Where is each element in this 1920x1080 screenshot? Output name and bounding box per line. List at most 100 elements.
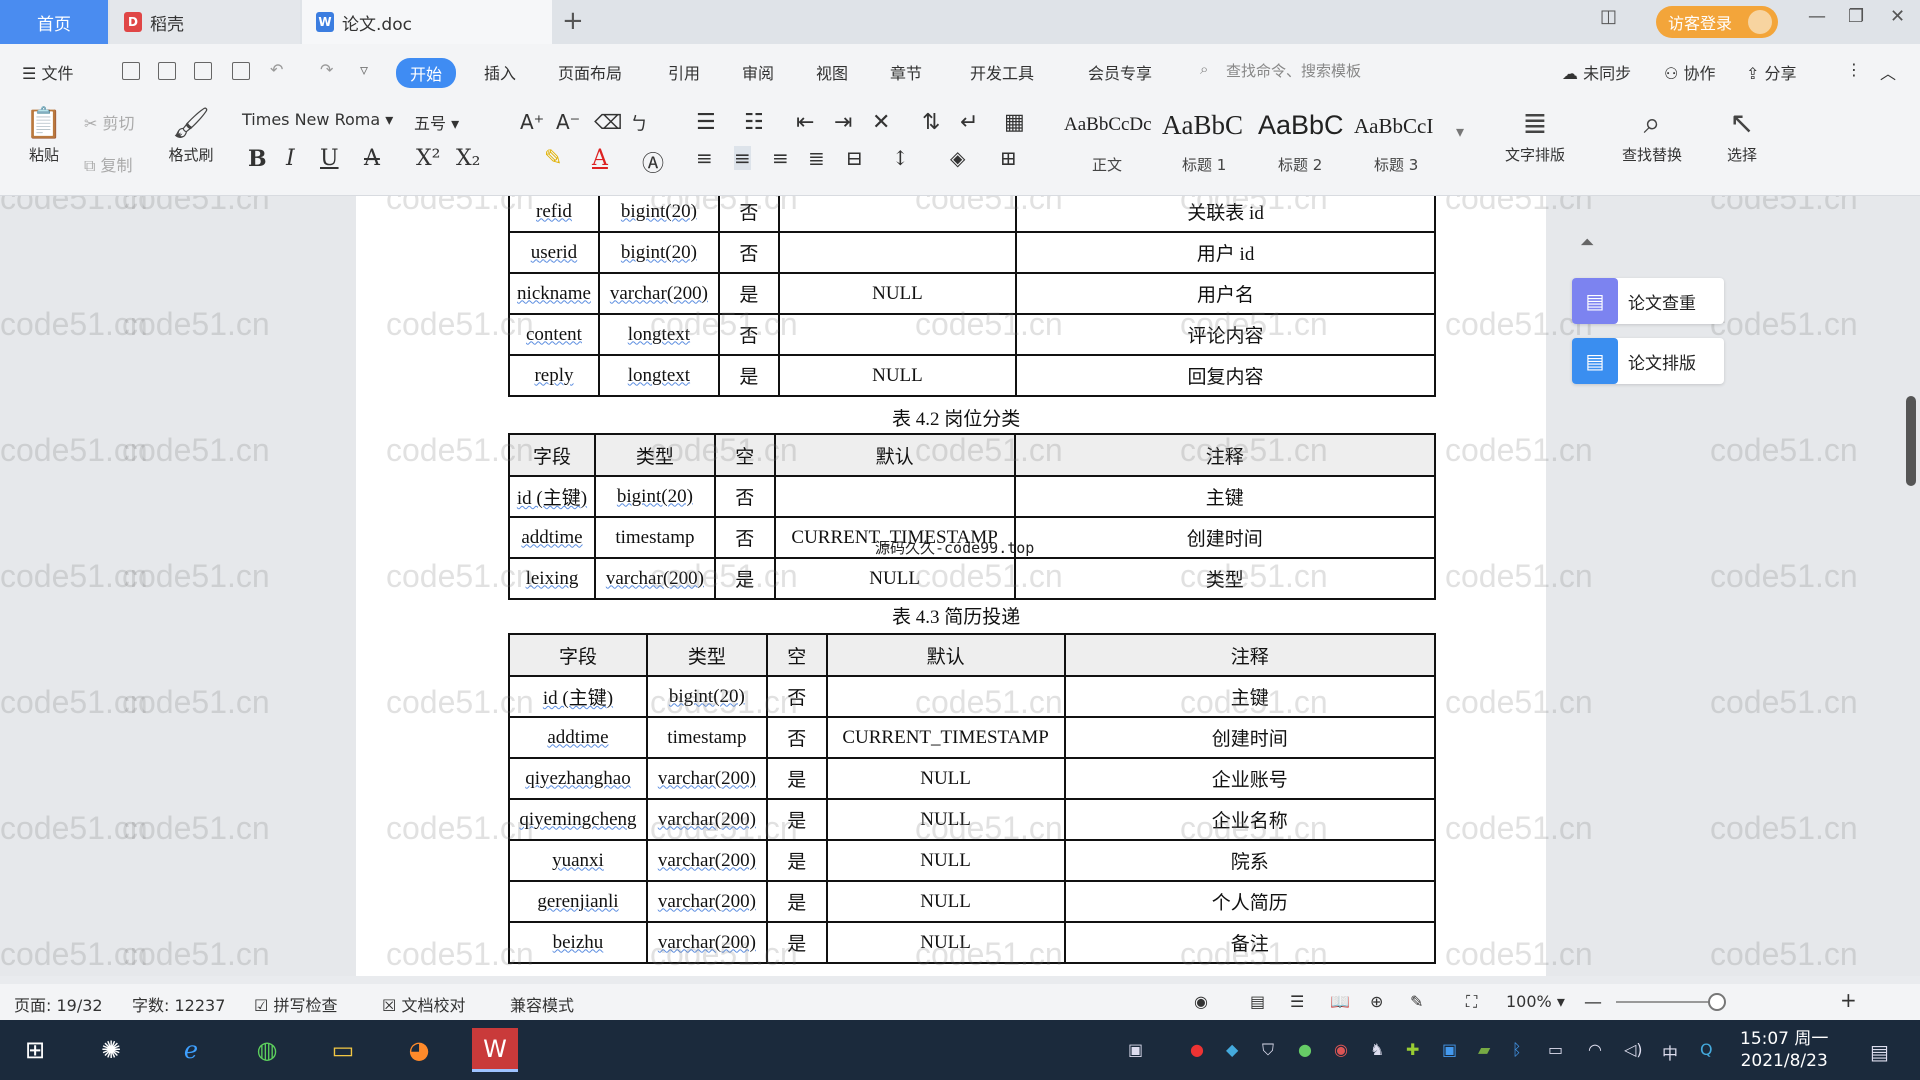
align-left-icon[interactable]: ≡ (696, 146, 713, 170)
360-browser-icon[interactable]: ◍ (244, 1028, 290, 1072)
strikethrough-icon[interactable]: A (364, 146, 380, 171)
eye-protect-icon[interactable]: ◉ (1194, 992, 1208, 1011)
volume-icon[interactable]: ◁) (1624, 1040, 1643, 1059)
file-menu[interactable]: ☰ 文件 (22, 60, 73, 84)
paste-button[interactable]: 📋 粘贴 (16, 104, 72, 165)
command-search[interactable]: 查找命令、搜索模板 (1226, 60, 1361, 81)
borders-icon[interactable]: ⊞ (1000, 146, 1017, 170)
word-count[interactable]: 字数: 12237 (132, 992, 225, 1016)
distributed-icon[interactable]: ⊟ (846, 146, 863, 170)
wps-taskbar-icon[interactable]: W (472, 1028, 518, 1072)
windows-start-icon[interactable]: ⊞ (12, 1028, 58, 1072)
notification-icon[interactable]: ▤ (1870, 1040, 1889, 1064)
reading-view-icon[interactable]: 📖 (1330, 992, 1350, 1011)
font-size-select[interactable]: 五号 ▾ (414, 110, 459, 134)
print-icon[interactable] (194, 62, 212, 80)
menu-chapter[interactable]: 章节 (890, 60, 922, 84)
system-clock[interactable]: 15:07 周一 2021/8/23 (1740, 1028, 1828, 1072)
zoom-slider[interactable] (1616, 1001, 1716, 1003)
underline-icon[interactable]: U (320, 146, 339, 171)
minimize-button[interactable]: — (1808, 6, 1826, 27)
numbered-list-icon[interactable]: ☷ (744, 110, 764, 135)
preview-icon[interactable] (232, 62, 250, 80)
zoom-slider-knob[interactable] (1708, 993, 1726, 1011)
more-icon[interactable]: ⋮ (1846, 60, 1862, 79)
bluetooth-icon[interactable]: ᛒ (1512, 1040, 1522, 1059)
zoom-out-icon[interactable]: — (1584, 992, 1602, 1013)
media-app-icon[interactable]: ◕ (396, 1028, 442, 1072)
style-heading3-sample[interactable]: AaBbCcI (1354, 114, 1433, 139)
export-icon[interactable] (158, 62, 176, 80)
outline-view-icon[interactable]: ☰ (1290, 992, 1304, 1011)
restore-button[interactable]: ❐ (1848, 6, 1864, 27)
superscript-icon[interactable]: X² (416, 146, 440, 171)
menu-start[interactable]: 开始 (396, 58, 457, 88)
fit-page-icon[interactable]: ⛶ (1466, 992, 1477, 1012)
page-indicator[interactable]: 页面: 19/32 (14, 992, 103, 1016)
font-name-select[interactable]: Times New Roma ▾ (242, 110, 393, 129)
shading-icon[interactable]: ◈ (950, 146, 965, 170)
italic-icon[interactable]: I (286, 146, 295, 171)
write-mode-icon[interactable]: ✎ (1410, 992, 1423, 1011)
bold-icon[interactable]: B (248, 146, 267, 172)
vertical-scrollbar[interactable] (1906, 396, 1916, 486)
tray-app-icon[interactable]: ◉ (1334, 1040, 1348, 1059)
tray-qq-icon[interactable]: ♞ (1370, 1040, 1384, 1059)
align-center-icon[interactable]: ≡ (734, 146, 751, 170)
tray-360-icon[interactable]: ● (1298, 1040, 1312, 1059)
style-heading1-sample[interactable]: AaBbC (1162, 110, 1243, 141)
quick-access-dropdown-icon[interactable]: ▿ (360, 60, 368, 79)
battery-icon[interactable]: ▭ (1548, 1040, 1563, 1059)
wifi-icon[interactable]: ◠ (1588, 1040, 1602, 1059)
sync-status[interactable]: ☁ 未同步 (1562, 60, 1631, 84)
chinese-layout-icon[interactable]: ✕ (872, 110, 890, 135)
shrink-font-icon[interactable]: A⁻ (556, 110, 580, 134)
collab-button[interactable]: ⚇ 协作 (1664, 60, 1715, 84)
bullet-list-icon[interactable]: ☰ (696, 110, 716, 135)
styles-more-icon[interactable]: ▾ (1456, 122, 1464, 141)
justify-icon[interactable]: ≣ (808, 146, 825, 170)
menu-member[interactable]: 会员专享 (1088, 60, 1152, 84)
zoom-level[interactable]: 100% ▾ (1506, 992, 1565, 1011)
outdent-icon[interactable]: ⇤ (796, 110, 814, 135)
zoom-in-icon[interactable]: + (1840, 988, 1857, 1012)
tab-home[interactable]: 首页 (0, 0, 108, 44)
style-normal-sample[interactable]: AaBbCcDc (1064, 114, 1152, 136)
page-view-icon[interactable]: ▤ (1250, 992, 1265, 1011)
tray-antivirus-icon[interactable]: ● (1190, 1040, 1204, 1059)
redo-icon[interactable]: ↷ (320, 60, 333, 79)
guest-login-button[interactable]: 访客登录 (1656, 6, 1778, 38)
subscript-icon[interactable]: X₂ (456, 146, 480, 171)
menu-insert[interactable]: 插入 (484, 60, 516, 84)
tray-network-app-icon[interactable]: ◆ (1226, 1040, 1238, 1059)
phonetic-icon[interactable]: ㄅ (630, 110, 648, 136)
new-tab-button[interactable]: + (562, 6, 584, 36)
undo-icon[interactable]: ↶ (270, 60, 283, 79)
tray-cloud-icon[interactable]: ▣ (1442, 1040, 1457, 1059)
highlight-icon[interactable]: ✎ (544, 146, 562, 171)
save-icon[interactable] (122, 62, 140, 80)
paper-check-button[interactable]: ▤ 论文查重 (1572, 278, 1724, 324)
tab-docer[interactable]: D 稻壳 (110, 0, 300, 44)
tray-nvidia-icon[interactable]: ▰ (1478, 1040, 1490, 1059)
collapse-ribbon-icon[interactable]: ︿ (1880, 60, 1896, 84)
web-view-icon[interactable]: ⊕ (1370, 992, 1383, 1011)
text-layout-button[interactable]: ≣ 文字排版 (1492, 104, 1578, 165)
input-method-icon[interactable]: Q (1700, 1040, 1713, 1059)
show-marks-icon[interactable]: ↵ (960, 110, 978, 135)
copy-button[interactable]: ⧉ 复制 (84, 152, 133, 176)
sort-icon[interactable]: ⇅ (922, 110, 940, 135)
tray-shield-icon[interactable]: ⛉ (1262, 1040, 1274, 1060)
panel-collapse-icon[interactable]: ⏶ (1580, 232, 1594, 253)
char-border-icon[interactable]: Ⓐ (642, 146, 664, 178)
spell-check-button[interactable]: ☑ 拼写检查 (254, 992, 337, 1016)
ie-browser-icon[interactable]: ℯ (168, 1028, 214, 1072)
menu-review[interactable]: 审阅 (742, 60, 774, 84)
format-painter-button[interactable]: 🖌 格式刷 (160, 104, 222, 165)
document-workspace[interactable]: refid bigint(20) 否关联表 id userid bigint(20) 否用… (0, 196, 1920, 976)
style-heading2-sample[interactable]: AaBbC (1258, 110, 1344, 141)
menu-view[interactable]: 视图 (816, 60, 848, 84)
share-button[interactable]: ⇪ 分享 (1746, 60, 1797, 84)
grow-font-icon[interactable]: A⁺ (520, 110, 544, 134)
line-spacing-icon[interactable]: ↕ (892, 146, 909, 170)
